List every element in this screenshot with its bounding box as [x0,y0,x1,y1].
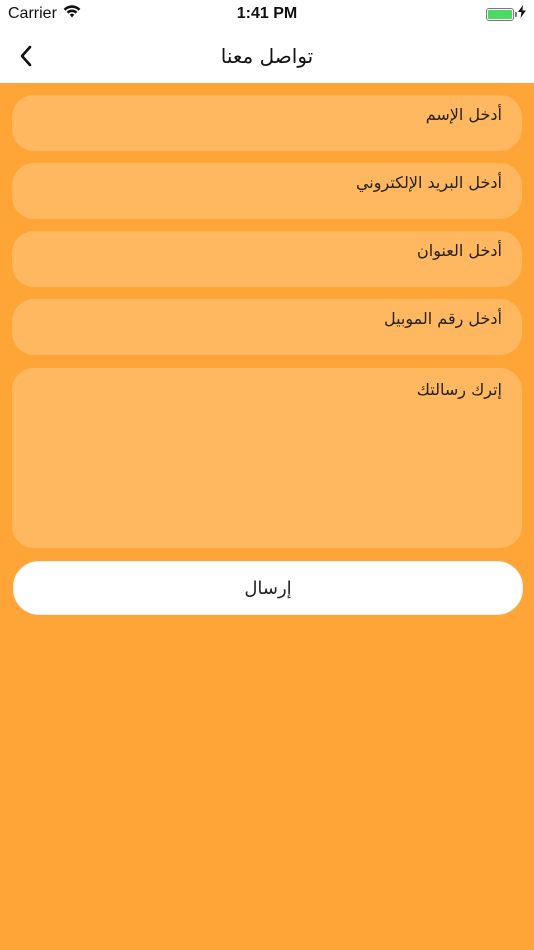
chevron-left-icon [20,45,32,67]
email-placeholder: أدخل البريد الإلكتروني [355,173,502,192]
address-placeholder: أدخل العنوان [417,241,502,260]
submit-label: إرسال [244,577,292,599]
battery-icon [486,7,517,21]
charging-icon [518,5,526,23]
back-button[interactable] [6,36,46,76]
status-bar-left: Carrier [0,5,81,23]
status-bar: Carrier 1:41 PM [0,0,534,28]
address-field[interactable]: أدخل العنوان [12,231,522,287]
name-placeholder: أدخل الإسم [425,105,502,124]
message-textarea[interactable]: إترك رسالتك [12,368,522,548]
name-field[interactable]: أدخل الإسم [12,95,522,151]
page-title: تواصل معنا [220,43,314,68]
mobile-placeholder: أدخل رقم الموبيل [383,309,502,328]
status-bar-right [486,5,534,23]
navigation-bar: تواصل معنا [0,28,534,83]
wifi-icon [63,5,81,23]
submit-button[interactable]: إرسال [13,561,523,615]
mobile-field[interactable]: أدخل رقم الموبيل [12,299,522,355]
carrier-label: Carrier [8,5,57,22]
email-field[interactable]: أدخل البريد الإلكتروني [12,163,522,219]
message-placeholder: إترك رسالتك [416,380,502,399]
